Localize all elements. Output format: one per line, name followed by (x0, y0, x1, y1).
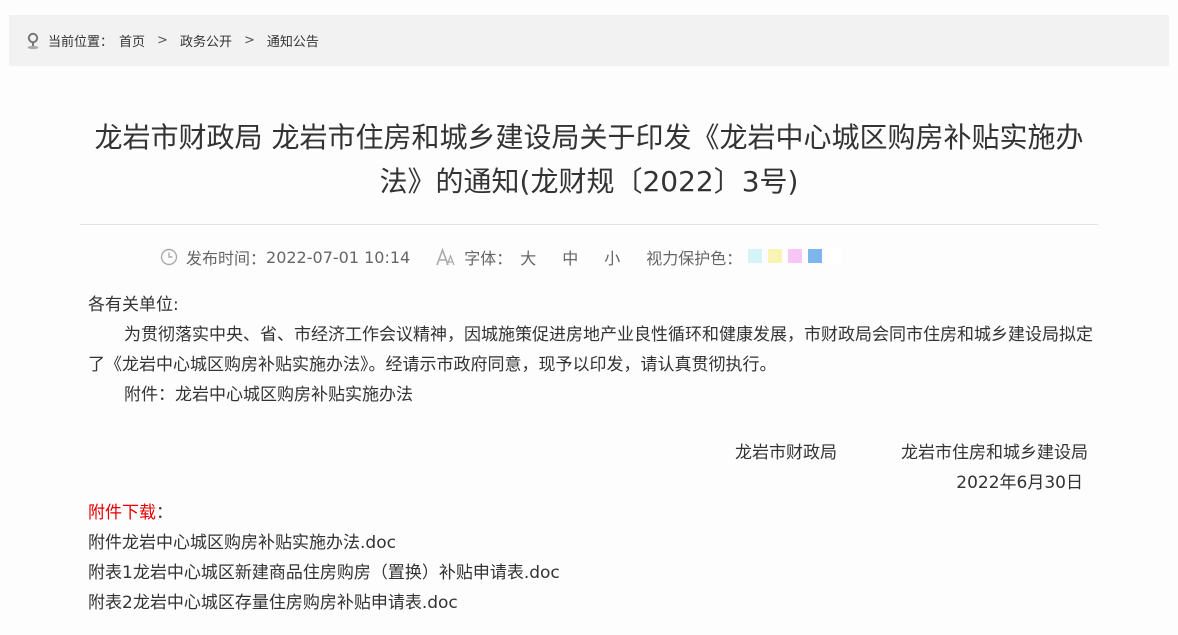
eye-color-swatch[interactable] (808, 248, 823, 263)
font-size-large[interactable]: 大 (520, 245, 536, 269)
main-paragraph: 为贯彻落实中央、省、市经济工作会议精神，因城施策促进房地产业良性循环和健康发展，… (88, 325, 1093, 375)
signature-row: 龙岩市财政局 龙岩市住房和城乡建设局 (735, 438, 1088, 468)
font-size-icon (436, 248, 456, 266)
download-label: 附件下载 (88, 503, 156, 523)
article-title: 龙岩市财政局 龙岩市住房和城乡建设局关于印发《龙岩中心城区购房补贴实施办法》的通… (94, 121, 1084, 198)
breadcrumb-notice-link[interactable]: 通知公告 (267, 31, 319, 50)
eye-color-swatch[interactable] (768, 248, 783, 263)
attachment-line: 附件：龙岩中心城区购房补贴实施办法 (124, 385, 413, 405)
eye-color-swatch[interactable] (748, 248, 763, 263)
eye-protection-label: 视力保护色： (646, 249, 743, 268)
download-colon: ： (156, 503, 173, 523)
file-link[interactable]: 附表1龙岩中心城区新建商品住房购房（置换）补贴申请表.doc (88, 558, 560, 588)
font-label: 字体： (464, 249, 513, 268)
breadcrumb-home-link[interactable]: 首页 (119, 31, 145, 50)
title-divider (80, 224, 1098, 225)
signer-finance-bureau: 龙岩市财政局 (735, 443, 837, 463)
eye-color-swatches (742, 248, 843, 267)
breadcrumb-separator: > (243, 33, 255, 48)
eye-color-swatch[interactable] (788, 248, 803, 263)
file-link[interactable]: 附件龙岩中心城区购房补贴实施办法.doc (88, 528, 560, 558)
signer-housing-bureau: 龙岩市住房和城乡建设局 (901, 443, 1088, 463)
eye-color-swatch[interactable] (828, 248, 843, 263)
publish-time: 2022-07-01 10:14 (266, 247, 411, 267)
location-pin-icon (26, 32, 40, 50)
publish-label: 发布时间： (186, 249, 267, 268)
attachment-downloads: 附件下载： 附件龙岩中心城区购房补贴实施办法.doc 附表1龙岩中心城区新建商品… (88, 498, 560, 618)
font-size-medium[interactable]: 中 (562, 245, 578, 269)
breadcrumb-gov-affairs-link[interactable]: 政务公开 (180, 31, 232, 50)
breadcrumb-separator: > (157, 33, 168, 48)
article-body: 各有关单位: 为贯彻落实中央、省、市经济工作会议精神，因城施策促进房地产业良性循… (88, 290, 1098, 410)
breadcrumb-prefix: 当前位置： (48, 35, 114, 50)
clock-icon (160, 248, 178, 266)
article-meta: 发布时间： 2022-07-01 10:14 字体： 大 中 小 视力保护色： (160, 244, 843, 270)
file-link[interactable]: 附表2龙岩中心城区存量住房购房补贴申请表.doc (88, 588, 560, 618)
breadcrumb: 当前位置： 首页 > 政务公开 > 通知公告 (9, 15, 1169, 66)
signature-date: 2022年6月30日 (956, 473, 1083, 493)
font-size-small[interactable]: 小 (604, 245, 620, 269)
salutation: 各有关单位: (88, 295, 179, 315)
